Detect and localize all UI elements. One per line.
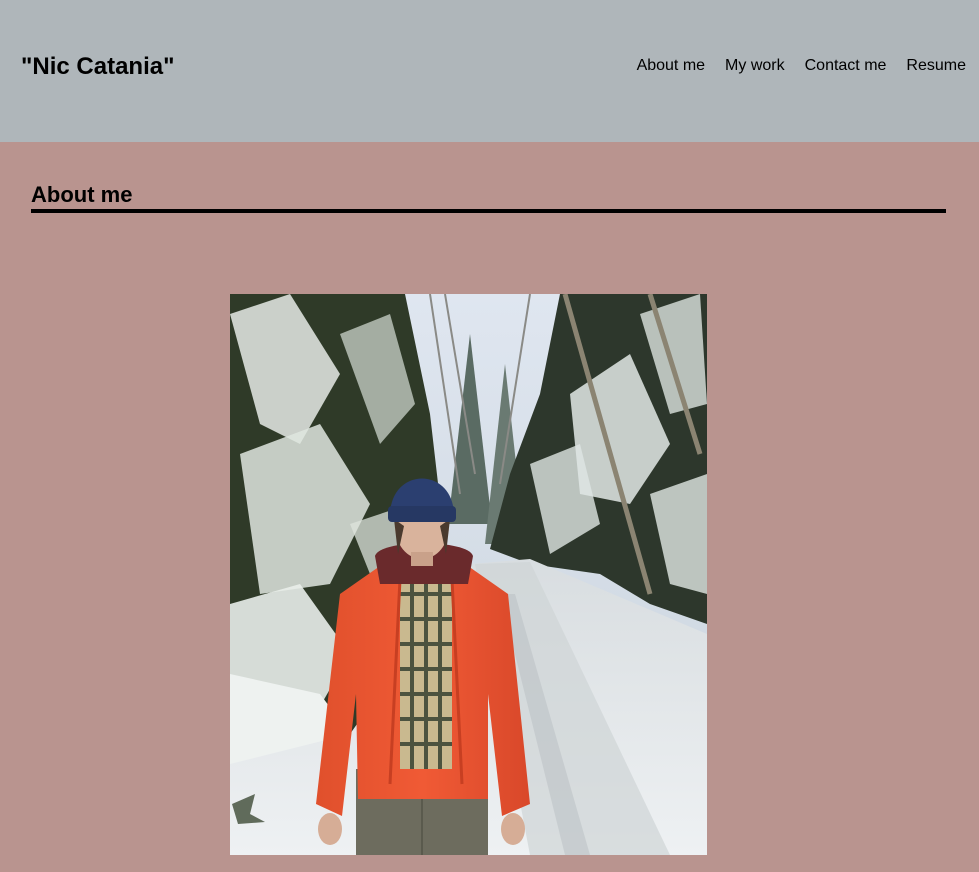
nav-link-my-work[interactable]: My work <box>725 55 785 77</box>
nav-link-about-me[interactable]: About me <box>637 55 705 77</box>
site-title: "Nic Catania" <box>21 53 175 80</box>
site-header: "Nic Catania" About me My work Contact m… <box>0 0 979 142</box>
nav-link-resume[interactable]: Resume <box>906 55 966 77</box>
main-nav: About me My work Contact me Resume <box>637 55 966 77</box>
about-heading: About me <box>31 181 946 213</box>
about-section: About me <box>0 142 979 872</box>
profile-photo <box>230 294 707 855</box>
nav-link-contact-me[interactable]: Contact me <box>805 55 887 77</box>
